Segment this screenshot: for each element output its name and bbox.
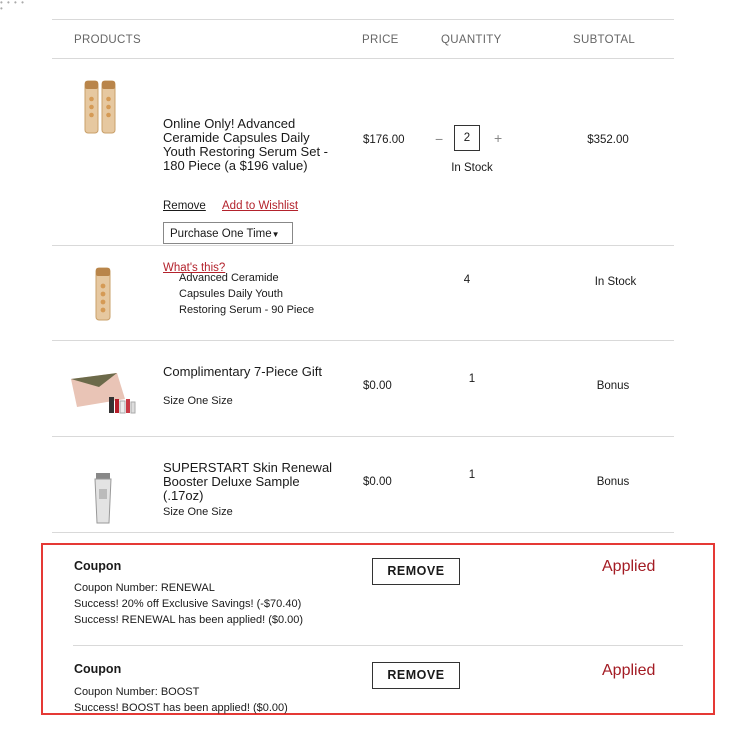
remove-coupon-button[interactable]: REMOVE <box>372 558 460 585</box>
quantity-increase-button[interactable]: + <box>494 130 502 146</box>
product-quantity: 1 <box>468 373 476 385</box>
product-quantity: 1 <box>468 469 476 481</box>
product-size: Size One Size <box>163 395 233 407</box>
header-price: PRICE <box>362 34 399 46</box>
product-name[interactable]: Complimentary 7-Piece Gift <box>163 365 338 379</box>
coupon-status: Applied <box>602 558 656 575</box>
coupon-title: Coupon <box>74 559 122 573</box>
coupon-title: Coupon <box>74 662 122 676</box>
superstart-image <box>94 471 112 530</box>
gift-set-image <box>69 369 137 422</box>
product-subtotal: Bonus <box>596 476 630 488</box>
remove-link[interactable]: Remove <box>163 200 206 212</box>
coupon-renewal: Coupon Coupon Number: RENEWAL Success! 2… <box>43 545 713 645</box>
quantity-decrease-button[interactable]: − <box>435 131 443 147</box>
remove-coupon-button[interactable]: REMOVE <box>372 662 460 689</box>
header-quantity: QUANTITY <box>441 34 502 46</box>
product-size: Size One Size <box>163 506 233 518</box>
cart-header: PRODUCTS PRICE QUANTITY SUBTOTAL <box>52 20 674 59</box>
dropdown-arrow-icon: ▼ <box>271 230 280 239</box>
product-quantity: 4 <box>463 274 471 286</box>
coupon-number: Coupon Number: RENEWAL <box>74 582 215 594</box>
product-subtotal: $352.00 <box>587 134 629 146</box>
serum-set-image <box>82 79 120 140</box>
cart-row-gift: Complimentary 7-Piece Gift Size One Size… <box>52 341 674 437</box>
add-to-wishlist-link[interactable]: Add to Wishlist <box>222 200 298 212</box>
product-price: $0.00 <box>363 476 392 488</box>
cart-row-serum-90: Advanced Ceramide Capsules Daily Youth R… <box>52 246 674 341</box>
cart-row-superstart: SUPERSTART Skin Renewal Booster Deluxe S… <box>52 437 674 533</box>
stock-status: In Stock <box>594 276 637 288</box>
coupon-message: Success! RENEWAL has been applied! ($0.0… <box>74 614 304 626</box>
coupon-message: Success! 20% off Exclusive Savings! (-$7… <box>74 598 302 610</box>
window-dots: • • • • • <box>0 0 25 13</box>
coupon-number: Coupon Number: BOOST <box>74 686 200 698</box>
product-name[interactable]: Online Only! Advanced Ceramide Capsules … <box>163 117 338 173</box>
product-price: $176.00 <box>363 134 405 146</box>
cart-table: PRODUCTS PRICE QUANTITY SUBTOTAL Online … <box>52 19 674 533</box>
coupon-section: Coupon Coupon Number: RENEWAL Success! 2… <box>41 543 715 715</box>
product-subtotal: Bonus <box>596 380 630 392</box>
cart-row-serum-set: Online Only! Advanced Ceramide Capsules … <box>52 59 674 274</box>
product-price: $0.00 <box>363 380 392 392</box>
product-name[interactable]: SUPERSTART Skin Renewal Booster Deluxe S… <box>163 461 343 503</box>
stock-status: In Stock <box>451 162 493 174</box>
product-name[interactable]: Advanced Ceramide Capsules Daily Youth R… <box>179 270 319 318</box>
coupon-boost: Coupon Coupon Number: BOOST Success! BOO… <box>73 645 683 746</box>
header-products: PRODUCTS <box>74 34 141 46</box>
serum-90-image <box>94 266 112 327</box>
quantity-input[interactable]: 2 <box>454 125 480 151</box>
header-subtotal: SUBTOTAL <box>573 34 636 46</box>
coupon-message: Success! BOOST has been applied! ($0.00) <box>74 702 288 714</box>
purchase-option-value: Purchase One Time <box>170 228 272 240</box>
purchase-option-select[interactable]: Purchase One Time▼ <box>163 222 293 244</box>
coupon-status: Applied <box>602 662 656 679</box>
